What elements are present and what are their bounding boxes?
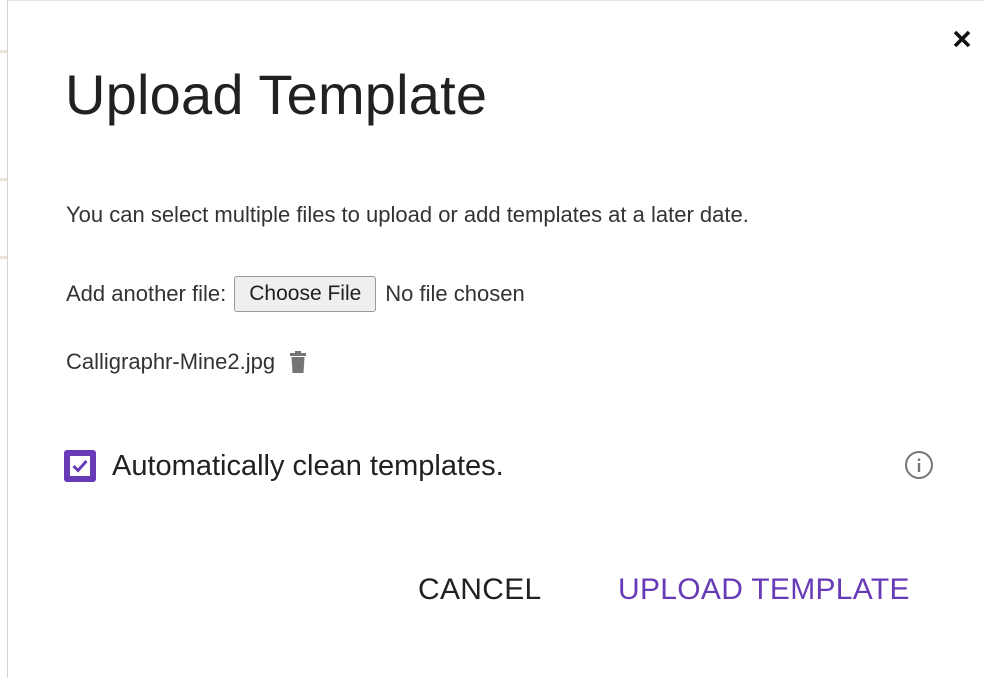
selected-file-item: Calligraphr-Mine2.jpg bbox=[66, 345, 307, 379]
auto-clean-label: Automatically clean templates. bbox=[112, 449, 504, 482]
auto-clean-checkbox[interactable] bbox=[64, 450, 96, 482]
auto-clean-option: Automatically clean templates. bbox=[64, 447, 504, 485]
edge-mark bbox=[0, 178, 7, 181]
info-button[interactable] bbox=[903, 449, 935, 481]
close-button[interactable] bbox=[950, 27, 974, 51]
file-input-label: Add another file: bbox=[66, 281, 227, 306]
background-window-edge bbox=[0, 0, 9, 678]
upload-template-dialog: Upload Template You can select multiple … bbox=[0, 0, 984, 678]
dialog-description: You can select multiple files to upload … bbox=[66, 202, 749, 227]
choose-file-button[interactable]: Choose File bbox=[234, 276, 377, 312]
file-input-row: Add another file: Choose File No file ch… bbox=[66, 274, 525, 314]
upload-template-button[interactable]: UPLOAD TEMPLATE bbox=[618, 567, 910, 613]
file-input-status: No file chosen bbox=[385, 281, 525, 306]
cancel-button[interactable]: CANCEL bbox=[418, 567, 542, 613]
dialog-title: Upload Template bbox=[65, 63, 488, 126]
info-icon bbox=[905, 451, 933, 479]
edge-mark bbox=[0, 50, 7, 53]
delete-file-button[interactable] bbox=[289, 350, 307, 374]
window-border-line bbox=[7, 0, 8, 678]
selected-file-name: Calligraphr-Mine2.jpg bbox=[66, 349, 276, 374]
trash-icon bbox=[290, 351, 307, 373]
check-icon bbox=[70, 456, 90, 476]
close-icon bbox=[953, 30, 971, 48]
dialog-top-border bbox=[8, 0, 984, 1]
edge-mark bbox=[0, 256, 7, 259]
